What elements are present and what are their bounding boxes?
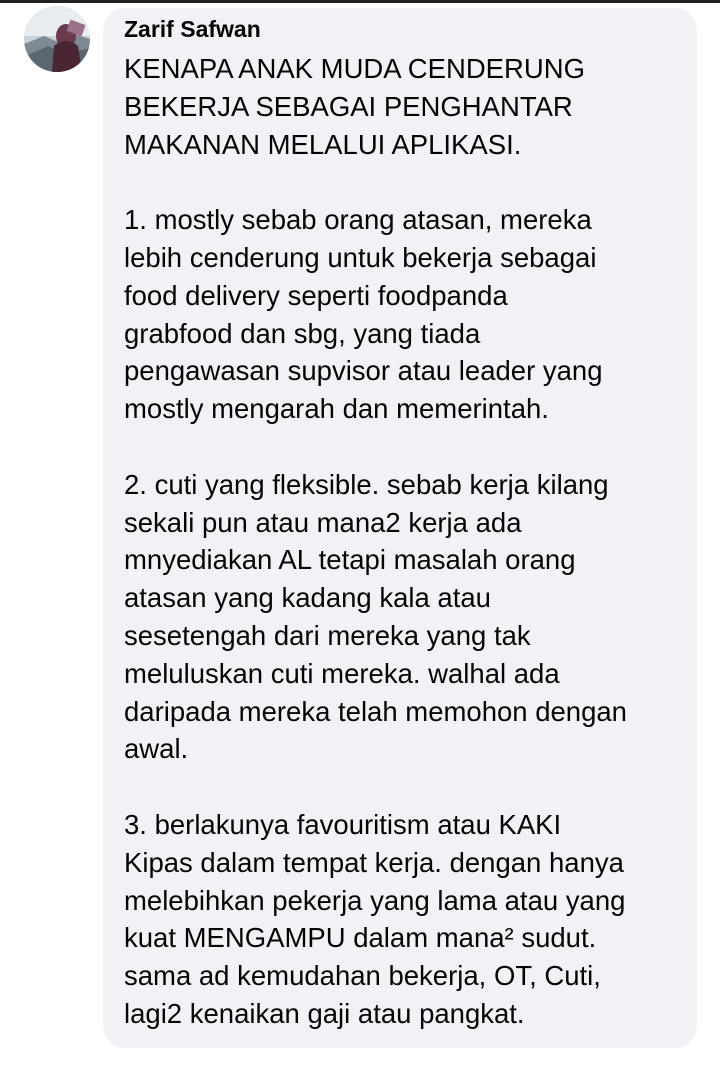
comment-text-line: sesetengah dari mereka yang tak bbox=[124, 619, 531, 651]
comment-paragraph: KENAPA ANAK MUDA CENDERUNG BEKERJA SEBAGA… bbox=[124, 50, 689, 163]
comment-text-line: 2. cuti yang fleksible. sebab kerja kila… bbox=[124, 468, 609, 500]
comment-text-line: mostly mengarah dan memerintah. bbox=[124, 393, 549, 425]
comment-text-line: lebih cenderung untuk bekerja sebagai bbox=[124, 241, 597, 273]
comment-text-line: daripada mereka telah memohon dengan bbox=[124, 695, 627, 727]
comment-text-line: BEKERJA SEBAGAI PENGHANTAR bbox=[124, 90, 573, 122]
comment-text-line: atasan yang kadang kala atau bbox=[124, 582, 491, 614]
comment-paragraph: 2. cuti yang fleksible. sebab kerja kila… bbox=[124, 466, 689, 768]
comment-text-line: Kipas dalam tempat kerja. dengan hanya bbox=[124, 846, 624, 878]
comment-text-line: lagi2 kenaikan gaji atau pangkat. bbox=[124, 997, 525, 1029]
top-divider bbox=[0, 0, 720, 3]
comment-text-line: mnyediakan AL tetapi masalah orang bbox=[124, 544, 576, 576]
comment-text-line: awal. bbox=[124, 733, 189, 765]
comment-text-line: 3. berlakunya favouritism atau KAKI bbox=[124, 808, 562, 840]
comment-text-line: pengawasan supvisor atau leader yang bbox=[124, 355, 603, 387]
comment-paragraph: 3. berlakunya favouritism atau KAKI Kipas… bbox=[124, 806, 689, 1033]
comment-text-line: sekali pun atau mana2 kerja ada bbox=[124, 506, 522, 538]
comment-text-line: food delivery seperti foodpanda bbox=[124, 279, 508, 311]
comment-text-line: grabfood dan sbg, yang tiada bbox=[124, 317, 481, 349]
comment-text-line: MAKANAN MELALUI APLIKASI. bbox=[124, 128, 522, 160]
comment-text-line: kuat MENGAMPU dalam mana² sudut. bbox=[124, 922, 597, 954]
comment-author-name[interactable]: Zarif Safwan bbox=[124, 16, 261, 43]
avatar-photo-icon bbox=[24, 6, 90, 72]
avatar[interactable] bbox=[24, 6, 90, 72]
comment-text-line: meluluskan cuti mereka. walhal ada bbox=[124, 657, 560, 689]
comment-text-line: 1. mostly sebab orang atasan, mereka bbox=[124, 204, 592, 236]
comment-text-line: KENAPA ANAK MUDA CENDERUNG bbox=[124, 53, 585, 84]
comment-text-line: melebihkan pekerja yang lama atau yang bbox=[124, 884, 626, 916]
comment-bubble: Zarif Safwan KENAPA ANAK MUDA CENDERUNG B… bbox=[103, 8, 697, 1048]
comment-text: KENAPA ANAK MUDA CENDERUNG BEKERJA SEBAGA… bbox=[124, 50, 689, 1071]
comment-text-line: sama ad kemudahan bekerja, OT, Cuti, bbox=[124, 960, 601, 992]
comment-paragraph: 1. mostly sebab orang atasan, mereka lebi… bbox=[124, 201, 689, 428]
